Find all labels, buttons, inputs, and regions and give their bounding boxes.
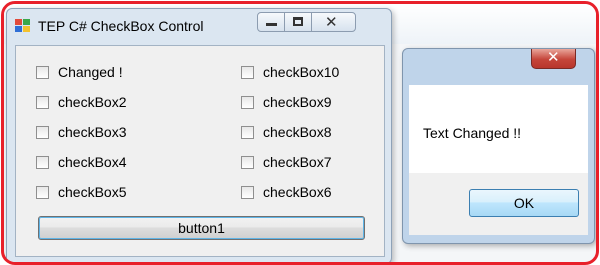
checkbox-label: checkBox10 bbox=[263, 64, 340, 80]
close-button[interactable]: ✕ bbox=[311, 12, 356, 32]
checkbox-label: checkBox2 bbox=[58, 94, 127, 110]
caption-buttons: ✕ bbox=[257, 12, 385, 34]
maximize-icon bbox=[293, 17, 303, 26]
checkbox-square[interactable] bbox=[241, 156, 254, 169]
message-box: ✕ Text Changed !! OK bbox=[402, 48, 595, 244]
checkbox-label: checkBox6 bbox=[263, 184, 332, 200]
app-icon bbox=[15, 19, 31, 33]
window-title: TEP C# CheckBox Control bbox=[38, 18, 204, 34]
ok-button[interactable]: OK bbox=[469, 189, 579, 217]
message-close-button[interactable]: ✕ bbox=[531, 48, 576, 69]
checkbox-square[interactable] bbox=[36, 126, 49, 139]
checkbox-square[interactable] bbox=[241, 186, 254, 199]
main-window: TEP C# CheckBox Control ✕ Changed ! chec… bbox=[6, 8, 392, 262]
checkbox-label: checkBox4 bbox=[58, 154, 127, 170]
checkbox-square[interactable] bbox=[241, 66, 254, 79]
checkbox-square[interactable] bbox=[36, 96, 49, 109]
highlight-frame: TEP C# CheckBox Control ✕ Changed ! chec… bbox=[1, 1, 599, 265]
checkbox-square[interactable] bbox=[241, 96, 254, 109]
minimize-button[interactable] bbox=[257, 12, 285, 32]
checkbox-square[interactable] bbox=[36, 66, 49, 79]
checkbox-label: checkBox8 bbox=[263, 124, 332, 140]
close-icon: ✕ bbox=[325, 13, 338, 31]
maximize-button[interactable] bbox=[284, 12, 312, 32]
close-icon: ✕ bbox=[547, 48, 560, 66]
checkbox-square[interactable] bbox=[36, 186, 49, 199]
title-bar[interactable]: TEP C# CheckBox Control ✕ bbox=[7, 9, 391, 41]
checkbox-square[interactable] bbox=[36, 156, 49, 169]
checkbox-label: checkBox9 bbox=[263, 94, 332, 110]
message-content: Text Changed !! OK bbox=[409, 85, 588, 235]
message-text: Text Changed !! bbox=[423, 125, 522, 141]
form-client-area: Changed ! checkBox2 checkBox3 checkBox4 … bbox=[15, 45, 385, 257]
checkbox-label: checkBox7 bbox=[263, 154, 332, 170]
checkbox-label: checkBox3 bbox=[58, 124, 127, 140]
checkbox-square[interactable] bbox=[241, 126, 254, 139]
checkbox-label: Changed ! bbox=[58, 64, 123, 80]
message-footer: OK bbox=[409, 173, 588, 235]
minimize-icon bbox=[266, 23, 277, 26]
button1[interactable]: button1 bbox=[38, 216, 365, 240]
checkbox-label: checkBox5 bbox=[58, 184, 127, 200]
